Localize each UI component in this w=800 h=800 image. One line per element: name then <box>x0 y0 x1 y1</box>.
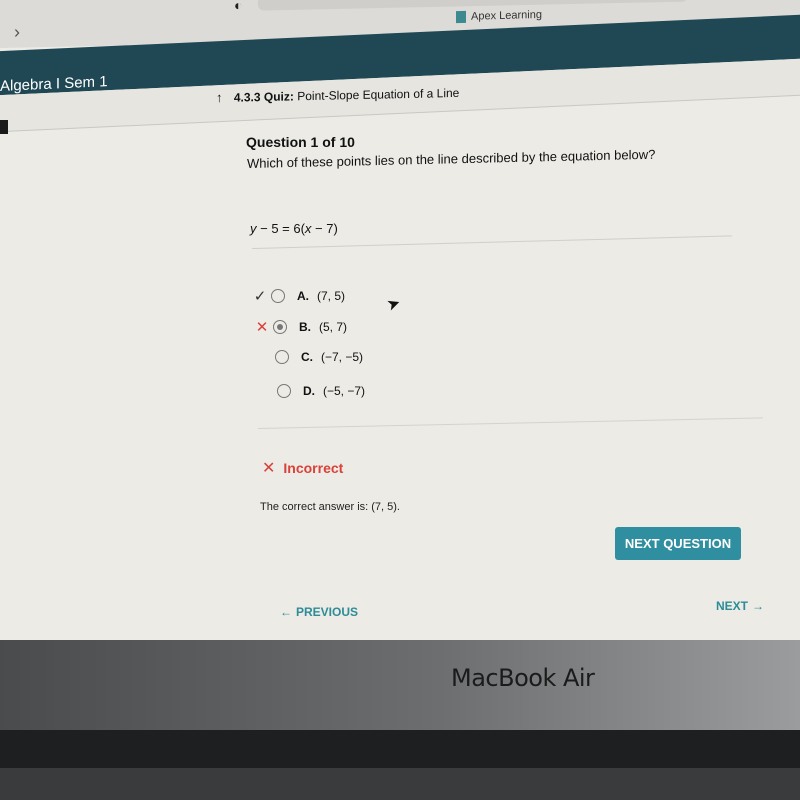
question-counter: Question 1 of 10 <box>246 134 355 150</box>
option-letter: C. <box>301 350 313 364</box>
option-c[interactable]: C. (−7, −5) <box>256 350 363 364</box>
mouse-cursor-icon: ➤ <box>384 294 404 315</box>
radio-button-selected[interactable] <box>273 320 287 334</box>
radio-button[interactable] <box>271 289 285 303</box>
device-brand-label: MacBook Air <box>451 664 595 692</box>
option-letter: A. <box>297 289 309 303</box>
quiz-number: 4.3.3 <box>233 90 261 105</box>
arrow-right-icon: → <box>752 599 765 613</box>
apex-favicon-icon <box>456 10 466 24</box>
address-bar[interactable] <box>258 0 688 11</box>
laptop-screen: › ◐ Apex Learning Remind Algebra I Sem 1… <box>0 0 800 640</box>
keyboard-base <box>0 768 800 800</box>
arrow-left-icon: ← <box>280 605 292 619</box>
eq-middle: − 5 = 6( <box>256 221 305 236</box>
chevron-right-icon[interactable]: › <box>14 22 20 43</box>
correct-answer-text: The correct answer is: (7, 5). <box>260 501 400 513</box>
tab-apex-learning[interactable]: Apex Learning <box>456 8 542 24</box>
next-label: NEXT <box>716 599 749 613</box>
feedback-label: Incorrect <box>283 460 344 476</box>
eq-end: − 7) <box>311 221 338 236</box>
tab-label: Apex Learning <box>471 8 542 23</box>
option-value: (−5, −7) <box>323 384 366 398</box>
divider <box>252 235 732 249</box>
next-button[interactable]: NEXT → <box>716 599 764 613</box>
radio-button[interactable] <box>275 350 289 364</box>
option-value: (5, 7) <box>319 320 348 334</box>
option-d[interactable]: D. (−5, −7) <box>258 384 365 398</box>
incorrect-x-icon: ✕ <box>262 460 276 477</box>
option-letter: B. <box>299 320 311 334</box>
option-b[interactable]: ✕ B. (5, 7) <box>254 318 347 336</box>
up-arrow-icon[interactable]: ↑ <box>216 90 223 105</box>
previous-label: PREVIOUS <box>296 605 359 619</box>
feedback-status: ✕ Incorrect <box>262 458 343 478</box>
shield-icon: ◐ <box>234 0 243 14</box>
quiz-type: Quiz: <box>263 89 294 104</box>
laptop-bezel <box>0 640 800 730</box>
laptop-hinge <box>0 730 800 800</box>
previous-button[interactable]: ← PREVIOUS <box>280 605 358 619</box>
option-letter: D. <box>303 384 315 398</box>
option-value: (−7, −5) <box>321 350 364 364</box>
x-mark-icon: ✕ <box>255 319 269 336</box>
divider <box>258 417 763 429</box>
question-prompt: Which of these points lies on the line d… <box>247 146 656 171</box>
option-a[interactable]: ✓ A. (7, 5) <box>252 287 345 305</box>
radio-button[interactable] <box>277 384 291 398</box>
equation: y − 5 = 6(x − 7) <box>250 221 338 236</box>
side-tab-handle[interactable] <box>0 120 8 134</box>
option-value: (7, 5) <box>317 289 346 303</box>
check-icon: ✓ <box>253 288 267 305</box>
next-question-button[interactable]: NEXT QUESTION <box>615 527 741 560</box>
